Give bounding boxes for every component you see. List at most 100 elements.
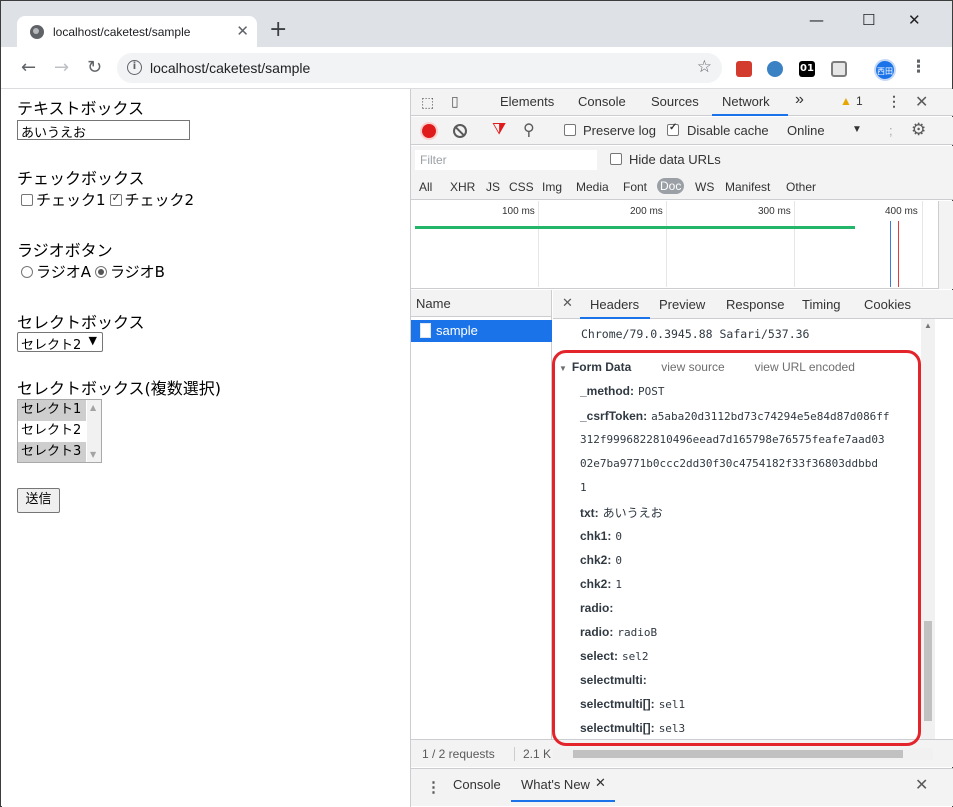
horizontal-scrollbar[interactable] — [553, 748, 933, 760]
field-key: selectmulti[]: — [580, 721, 655, 735]
tick-label: 100 ms — [502, 206, 535, 217]
tab-timing[interactable]: Timing — [802, 297, 841, 312]
address-bar[interactable]: i localhost/caketest/sample ☆ — [117, 53, 722, 83]
expand-triangle-icon[interactable]: ▼ — [559, 364, 567, 373]
network-overview[interactable]: 100 ms 200 ms 300 ms 400 ms — [411, 201, 939, 289]
type-filter-img[interactable]: Img — [542, 180, 562, 194]
toolbar-divider: ; — [889, 123, 893, 138]
filter-input[interactable]: Filter — [415, 150, 597, 170]
close-tab-icon[interactable]: ✕ — [595, 775, 606, 791]
select-dropdown[interactable]: セレクト2 ▼ — [17, 332, 103, 353]
scroll-thumb[interactable] — [924, 621, 932, 721]
view-source-link[interactable]: view source — [661, 360, 724, 374]
more-tabs-icon[interactable]: » — [795, 91, 804, 109]
warning-icon[interactable]: ▲ — [840, 94, 852, 108]
clear-icon[interactable] — [453, 124, 467, 138]
text-input[interactable]: あいうえお — [17, 120, 190, 141]
radioB-button[interactable] — [94, 266, 107, 278]
warning-count[interactable]: 1 — [856, 94, 863, 108]
record-icon[interactable] — [422, 124, 436, 138]
radioA-button[interactable] — [21, 266, 33, 278]
drawer-close-icon[interactable]: ✕ — [915, 775, 928, 795]
bookmark-star-icon[interactable]: ☆ — [697, 57, 712, 77]
form-data-header[interactable]: ▼ Form Data view source view URL encoded — [559, 360, 855, 374]
scroll-down-icon[interactable]: ▼ — [90, 450, 96, 459]
maximize-button[interactable]: ☐ — [862, 11, 875, 29]
type-filter-css[interactable]: CSS — [509, 180, 534, 194]
type-filter-doc[interactable]: Doc — [657, 178, 685, 194]
tab-elements[interactable]: Elements — [500, 94, 554, 109]
type-filter-manifest[interactable]: Manifest — [725, 180, 770, 194]
minimize-button[interactable]: — — [809, 11, 824, 29]
gear-icon[interactable]: ⚙ — [911, 120, 926, 140]
type-filter-ws[interactable]: WS — [695, 180, 714, 194]
grid-line — [666, 201, 667, 287]
info-icon[interactable]: i — [127, 60, 142, 75]
reload-icon[interactable]: ↻ — [87, 57, 102, 78]
hide-data-urls-checkbox[interactable] — [610, 153, 622, 165]
form-field: txt: あいうえお — [580, 504, 925, 521]
tab-network[interactable]: Network — [722, 94, 770, 109]
inspect-element-icon[interactable]: ⬚ — [421, 94, 434, 111]
multi-select-scrollbar[interactable]: ▲ ▼ — [87, 400, 101, 462]
extension-01-icon[interactable]: 01 — [799, 61, 815, 77]
multi-select-list[interactable]: セレクト1 セレクト2 セレクト3 ▲ ▼ — [17, 399, 102, 463]
devtools-tabbar: ⬚ ▯ Elements Console Sources Network » ▲… — [411, 89, 953, 116]
submit-button[interactable]: 送信 — [17, 488, 60, 513]
preserve-log-checkbox[interactable] — [564, 124, 576, 136]
search-icon[interactable]: ⚲ — [523, 120, 535, 140]
scroll-up-icon[interactable]: ▲ — [90, 403, 96, 412]
profile-avatar[interactable]: 西田 — [874, 59, 896, 81]
multi-option[interactable]: セレクト2 — [18, 421, 86, 442]
browser-menu-icon[interactable]: ⋮ — [910, 57, 927, 77]
detail-close-icon[interactable]: ✕ — [562, 295, 573, 311]
multi-option[interactable]: セレクト3 — [18, 442, 86, 462]
filter-icon[interactable]: ⧩ — [492, 121, 506, 139]
throttle-select[interactable]: Online — [787, 123, 825, 138]
tab-close-icon[interactable]: ✕ — [236, 22, 249, 40]
url-text[interactable]: localhost/caketest/sample — [150, 60, 310, 76]
checkbox-label: チェックボックス — [17, 169, 145, 188]
browser-tab[interactable]: localhost/caketest/sample ✕ — [17, 16, 257, 47]
grid-line — [922, 201, 923, 287]
overview-scrollbar[interactable] — [939, 201, 953, 289]
view-url-encoded-link[interactable]: view URL encoded — [755, 360, 855, 374]
chevron-down-icon[interactable]: ▼ — [852, 124, 862, 135]
drawer-tab-console[interactable]: Console — [453, 777, 501, 792]
type-filter-xhr[interactable]: XHR — [450, 180, 475, 194]
back-arrow-icon[interactable]: ← — [21, 57, 36, 78]
type-filter-font[interactable]: Font — [623, 180, 647, 194]
window-close-button[interactable]: ✕ — [908, 11, 921, 29]
drawer-menu-icon[interactable]: ⋮ — [426, 778, 441, 796]
multi-option[interactable]: セレクト1 — [18, 400, 86, 421]
extension-globe-icon[interactable] — [767, 61, 783, 77]
tab-cookies[interactable]: Cookies — [864, 297, 911, 312]
extension-cast-icon[interactable] — [831, 61, 847, 77]
new-tab-button[interactable]: + — [269, 19, 287, 41]
extension-book-icon[interactable] — [736, 61, 752, 77]
devtools-menu-icon[interactable]: ⋮ — [887, 93, 901, 110]
name-column-header[interactable]: Name — [411, 290, 551, 317]
form-field: selectmulti[]: sel1 — [580, 697, 925, 711]
check1-checkbox[interactable] — [21, 194, 33, 206]
devtools-close-icon[interactable]: ✕ — [915, 92, 928, 112]
device-toolbar-icon[interactable]: ▯ — [451, 93, 459, 110]
tab-headers[interactable]: Headers — [590, 297, 639, 312]
disable-cache-checkbox[interactable] — [667, 122, 679, 136]
type-filter-other[interactable]: Other — [786, 180, 816, 194]
scroll-thumb[interactable] — [573, 750, 903, 758]
tab-response[interactable]: Response — [726, 297, 785, 312]
tab-console[interactable]: Console — [578, 94, 626, 109]
detail-scrollbar[interactable]: ▲ — [921, 319, 935, 739]
request-row[interactable]: sample — [411, 320, 552, 342]
request-count: 1 / 2 requests — [422, 747, 495, 761]
type-filter-media[interactable]: Media — [576, 180, 609, 194]
drawer-tab-whats-new[interactable]: What's New — [521, 777, 590, 792]
tab-preview[interactable]: Preview — [659, 297, 705, 312]
type-filter-js[interactable]: JS — [486, 180, 500, 194]
type-filter-all[interactable]: All — [419, 180, 432, 194]
scroll-up-icon[interactable]: ▲ — [924, 321, 932, 330]
forward-arrow-icon[interactable]: → — [54, 57, 69, 78]
tab-sources[interactable]: Sources — [651, 94, 699, 109]
check2-checkbox[interactable] — [109, 191, 122, 206]
